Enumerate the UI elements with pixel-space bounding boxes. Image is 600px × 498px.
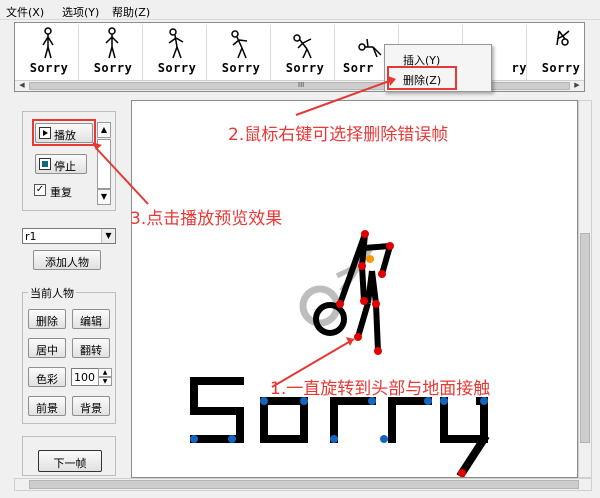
flip-button[interactable]: 翻转 bbox=[72, 338, 110, 358]
frame-thumb[interactable]: Sorry bbox=[273, 25, 335, 81]
scroll-left-icon[interactable]: ◀ bbox=[16, 81, 28, 91]
menu-options[interactable]: 选项(Y) bbox=[62, 4, 99, 20]
spin-up-icon[interactable]: ▲ bbox=[97, 122, 111, 138]
frame-thumb[interactable]: Sorry bbox=[17, 25, 79, 81]
chevron-down-icon[interactable]: ▼ bbox=[101, 229, 115, 243]
stick-figure-icon bbox=[231, 30, 248, 59]
frame-label: Sorry bbox=[221, 61, 261, 75]
delete-figure-button[interactable]: 删除 bbox=[28, 309, 66, 329]
frame-label: Sorry bbox=[93, 61, 133, 75]
annotation-text: 3.点击播放预览效果 bbox=[130, 209, 283, 229]
spin-down-icon[interactable]: ▼ bbox=[98, 377, 112, 386]
stick-figure-icon bbox=[293, 34, 312, 59]
frame-strip[interactable]: Sorry Sorry Sorry Sorry Sorry Sorr ry So… bbox=[14, 22, 585, 92]
add-figure-button[interactable]: 添加人物 bbox=[33, 250, 101, 270]
color-button[interactable]: 色彩 bbox=[28, 367, 66, 387]
edit-figure-button[interactable]: 编辑 bbox=[72, 309, 110, 329]
drawing-canvas[interactable] bbox=[131, 100, 578, 478]
frame-thumb[interactable]: Sorry bbox=[209, 25, 271, 81]
background-button[interactable]: 背景 bbox=[72, 396, 110, 416]
frame-thumb[interactable]: Sorry bbox=[81, 25, 143, 81]
scroll-right-icon[interactable]: ▶ bbox=[571, 81, 583, 91]
next-frame-button[interactable]: 下一帧 bbox=[38, 450, 102, 472]
canvas-vertical-scrollbar[interactable] bbox=[578, 100, 592, 478]
group-title: 当前人物 bbox=[28, 285, 76, 301]
frame-label: Sorry bbox=[285, 61, 325, 75]
stop-button[interactable]: 停止 bbox=[35, 154, 87, 174]
annotation-text: 1.一直旋转到头部与地面接触 bbox=[270, 379, 491, 399]
frame-label: Sorr bbox=[343, 61, 374, 75]
grip-icon: III bbox=[298, 81, 305, 89]
scrollbar-thumb[interactable] bbox=[29, 480, 579, 489]
repeat-label: 重复 bbox=[50, 186, 72, 199]
repeat-checkbox[interactable]: ✓ bbox=[34, 184, 46, 196]
menu-bar: 文件(X) 选项(Y) 帮助(Z) bbox=[0, 0, 600, 20]
frame-label: Sorry bbox=[541, 61, 581, 75]
opacity-input[interactable]: 100 bbox=[71, 368, 99, 386]
center-button[interactable]: 居中 bbox=[28, 338, 66, 358]
figure-select[interactable]: r1 ▼ bbox=[22, 228, 116, 244]
frame-label: Sorry bbox=[157, 61, 197, 75]
canvas-horizontal-scrollbar[interactable] bbox=[14, 478, 592, 491]
stop-label: 停止 bbox=[54, 160, 76, 173]
frame-thumb[interactable]: Sorry bbox=[145, 25, 207, 81]
scrollbar-thumb[interactable] bbox=[580, 233, 590, 443]
canvas-drawing bbox=[190, 230, 490, 477]
stick-figure-icon bbox=[556, 30, 570, 46]
stick-figure-icon bbox=[168, 28, 184, 59]
stop-icon bbox=[39, 158, 51, 170]
annotation-text: 2.鼠标右键可选择删除错误帧 bbox=[228, 125, 449, 145]
frame-strip-scrollbar[interactable]: ◀ III ▶ bbox=[15, 80, 584, 91]
speed-scroll-track[interactable] bbox=[97, 139, 111, 189]
foreground-button[interactable]: 前景 bbox=[28, 396, 66, 416]
figure-select-value: r1 bbox=[25, 230, 37, 243]
arrowhead-icon bbox=[346, 337, 354, 346]
stick-figure-icon bbox=[42, 27, 54, 59]
highlight-box bbox=[32, 119, 96, 146]
frame-thumb[interactable]: Sorry bbox=[529, 25, 584, 81]
stick-figure-icon bbox=[105, 27, 119, 59]
frame-label: Sorry bbox=[29, 61, 69, 75]
spin-down-icon[interactable]: ▼ bbox=[97, 189, 111, 205]
menu-help[interactable]: 帮助(Z) bbox=[112, 4, 150, 20]
highlight-box bbox=[387, 66, 457, 90]
spin-up-icon[interactable]: ▲ bbox=[98, 368, 112, 377]
menu-file[interactable]: 文件(X) bbox=[6, 4, 44, 20]
